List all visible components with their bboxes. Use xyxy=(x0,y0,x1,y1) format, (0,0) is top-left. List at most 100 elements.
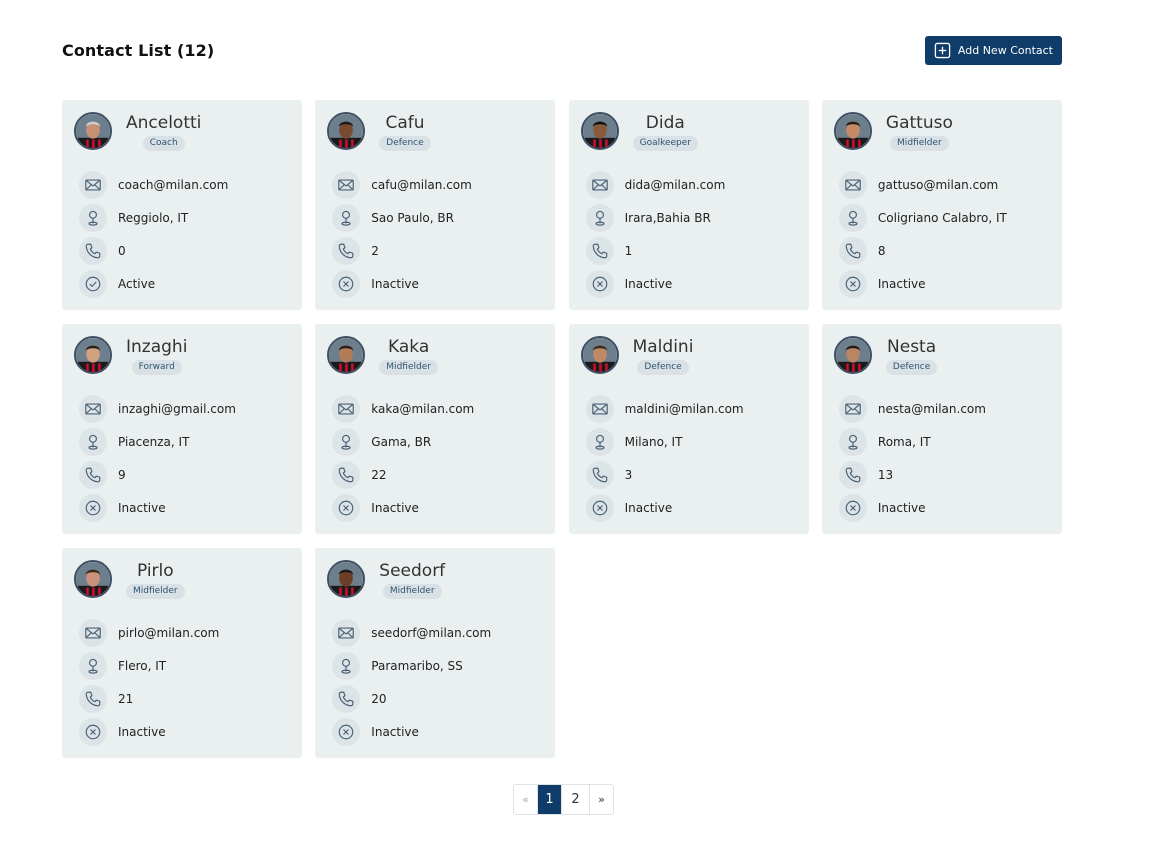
contact-phone-row: 2 xyxy=(327,234,543,267)
contact-phone-row: 20 xyxy=(327,682,543,715)
map-pin-icon xyxy=(332,427,361,456)
plus-square-icon xyxy=(934,42,951,59)
x-circle-icon xyxy=(79,717,107,746)
avatar xyxy=(327,112,366,150)
contact-card-kaka[interactable]: Kaka Midfielder kaka@milan.com Gama, BR 22 In… xyxy=(315,324,556,534)
phone-icon xyxy=(585,460,614,489)
contact-name-block: Ancelotti Coach xyxy=(126,112,201,151)
contact-card-header: Ancelotti Coach xyxy=(74,112,290,156)
contact-name: Dida xyxy=(645,113,685,133)
contact-card-dida[interactable]: Dida Goalkeeper dida@milan.com Irara,Bahia … xyxy=(568,100,809,310)
role-badge: Coach xyxy=(142,136,185,151)
contact-details: coach@milan.com Reggiolo, IT 0 Active xyxy=(74,168,290,300)
contact-card-header: Dida Goalkeeper xyxy=(580,112,797,156)
contact-name-block: Pirlo Midfielder xyxy=(126,560,185,599)
contact-email-row: kaka@milan.com xyxy=(327,392,543,425)
contact-card-header: Pirlo Midfielder xyxy=(74,560,290,604)
contact-phone-row: 1 xyxy=(581,234,797,267)
contact-status-row: Inactive xyxy=(834,491,1050,524)
contact-card-cafu[interactable]: Cafu Defence cafu@milan.com Sao Paulo, BR 2 I… xyxy=(315,100,556,310)
contact-card-gattuso[interactable]: Gattuso Midfielder gattuso@milan.com Coligr… xyxy=(821,100,1062,310)
contact-name-block: Cafu Defence xyxy=(379,112,431,151)
contact-status: Inactive xyxy=(371,276,419,291)
contact-details: nesta@milan.com Roma, IT 13 Inactive xyxy=(834,392,1050,524)
map-pin-icon xyxy=(585,203,614,232)
avatar xyxy=(327,560,366,598)
contact-phone-row: 8 xyxy=(834,234,1050,267)
contact-details: gattuso@milan.com Coligriano Calabro, IT 8… xyxy=(834,168,1050,300)
contact-status: Inactive xyxy=(877,276,926,291)
contact-status: Inactive xyxy=(118,724,166,739)
contact-phone-row: 0 xyxy=(74,234,290,267)
contact-phone: 22 xyxy=(371,467,387,482)
contact-card-inzaghi[interactable]: Inzaghi Forward inzaghi@gmail.com Piacenza,… xyxy=(62,324,302,534)
contact-email: inzaghi@gmail.com xyxy=(118,401,236,416)
contact-card-header: Kaka Midfielder xyxy=(327,336,543,380)
contact-name-block: Inzaghi Forward xyxy=(126,336,187,375)
contact-name: Gattuso xyxy=(885,113,953,133)
contact-status-row: Inactive xyxy=(327,491,543,524)
contact-card-nesta[interactable]: Nesta Defence nesta@milan.com Roma, IT 13 Ina… xyxy=(821,324,1062,534)
avatar xyxy=(74,112,112,150)
contact-phone: 9 xyxy=(118,467,126,482)
pagination-page-2[interactable]: 2 xyxy=(561,785,589,814)
contact-name-block: Gattuso Midfielder xyxy=(886,112,953,151)
contact-email: cafu@milan.com xyxy=(371,177,472,192)
contact-card-ancelotti[interactable]: Ancelotti Coach coach@milan.com Reggiolo, I… xyxy=(62,100,302,310)
avatar xyxy=(580,336,619,374)
role-badge: Midfielder xyxy=(379,360,438,375)
x-circle-icon xyxy=(585,493,614,522)
contact-email: kaka@milan.com xyxy=(371,401,475,416)
pagination-next[interactable]: » xyxy=(589,785,613,814)
contact-details: kaka@milan.com Gama, BR 22 Inactive xyxy=(327,392,543,524)
contact-status-row: Inactive xyxy=(327,267,543,300)
avatar xyxy=(74,336,112,374)
map-pin-icon xyxy=(332,203,361,232)
map-pin-icon xyxy=(332,651,361,680)
avatar xyxy=(833,336,872,374)
contact-name: Kaka xyxy=(388,337,430,357)
envelope-icon xyxy=(79,170,107,199)
contact-email-row: maldini@milan.com xyxy=(581,392,797,425)
phone-icon xyxy=(79,684,107,713)
contact-status: Inactive xyxy=(118,500,166,515)
contact-phone: 3 xyxy=(624,467,633,482)
add-new-contact-button[interactable]: Add New Contact xyxy=(924,35,1062,65)
contact-name-block: Nesta Defence xyxy=(885,336,938,375)
phone-icon xyxy=(332,460,361,489)
phone-icon xyxy=(79,460,107,489)
contact-card-header: Gattuso Midfielder xyxy=(833,112,1050,156)
contact-location-row: Sao Paulo, BR xyxy=(327,201,543,234)
contact-name: Cafu xyxy=(385,113,425,133)
page-title: Contact List (12) xyxy=(62,40,215,60)
pagination-page-1[interactable]: 1 xyxy=(537,785,561,814)
contact-email-row: coach@milan.com xyxy=(74,168,290,201)
contact-status-row: Inactive xyxy=(327,715,543,748)
x-circle-icon xyxy=(332,269,361,298)
contact-email: seedorf@milan.com xyxy=(371,625,492,640)
pagination-prev[interactable]: « xyxy=(514,785,537,814)
x-circle-icon xyxy=(332,717,361,746)
phone-icon xyxy=(838,236,867,265)
contact-email-row: gattuso@milan.com xyxy=(834,168,1050,201)
contact-status-row: Inactive xyxy=(581,491,797,524)
envelope-icon xyxy=(332,618,361,647)
contact-email-row: dida@milan.com xyxy=(581,168,797,201)
contact-status-row: Inactive xyxy=(74,715,290,748)
x-circle-icon xyxy=(585,269,614,298)
contact-card-maldini[interactable]: Maldini Defence maldini@milan.com Milano, I… xyxy=(568,324,809,534)
contact-email-row: cafu@milan.com xyxy=(327,168,543,201)
contact-card-seedorf[interactable]: Seedorf Midfielder seedorf@milan.com Parama… xyxy=(315,548,556,758)
avatar xyxy=(833,112,872,150)
contact-email-row: pirlo@milan.com xyxy=(74,616,290,649)
contact-location-row: Piacenza, IT xyxy=(74,425,290,458)
map-pin-icon xyxy=(838,203,867,232)
phone-icon xyxy=(332,684,361,713)
contact-location: Coligriano Calabro, IT xyxy=(877,210,1007,225)
phone-icon xyxy=(838,460,867,489)
contact-location-row: Paramaribo, SS xyxy=(327,649,543,682)
contact-phone-row: 13 xyxy=(834,458,1050,491)
contact-status-row: Inactive xyxy=(834,267,1050,300)
contact-card-pirlo[interactable]: Pirlo Midfielder pirlo@milan.com Flero, IT 2… xyxy=(62,548,302,758)
contact-details: cafu@milan.com Sao Paulo, BR 2 Inactive xyxy=(327,168,543,300)
